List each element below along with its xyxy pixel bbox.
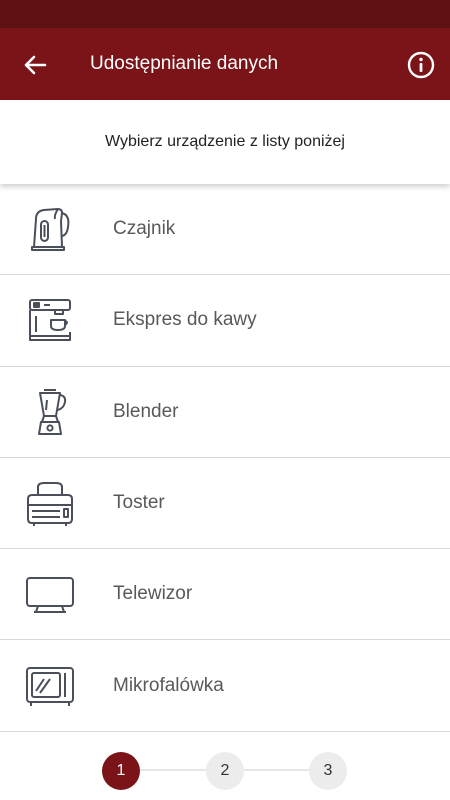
step-3[interactable]: 3 bbox=[309, 752, 347, 790]
instruction-card: Wybierz urządzenie z listy poniżej bbox=[0, 100, 450, 184]
blender-icon bbox=[22, 384, 78, 440]
microwave-icon bbox=[22, 658, 78, 714]
kettle-icon bbox=[22, 201, 78, 257]
device-list: Czajnik Ekspres do kawy Blender Toster T… bbox=[0, 184, 450, 732]
device-item-kettle[interactable]: Czajnik bbox=[0, 184, 450, 276]
back-button[interactable] bbox=[18, 52, 52, 78]
device-label: Telewizor bbox=[113, 583, 193, 605]
device-label: Ekspres do kawy bbox=[113, 309, 257, 331]
device-item-tv[interactable]: Telewizor bbox=[0, 549, 450, 641]
device-label: Toster bbox=[113, 492, 165, 514]
step-2[interactable]: 2 bbox=[206, 752, 244, 790]
device-item-microwave[interactable]: Mikrofalówka bbox=[0, 640, 450, 732]
instruction-text: Wybierz urządzenie z listy poniżej bbox=[105, 133, 345, 150]
app-bar: Udostępnianie danych bbox=[0, 28, 450, 100]
info-icon bbox=[407, 51, 435, 79]
device-label: Czajnik bbox=[113, 218, 176, 240]
info-button[interactable] bbox=[406, 50, 436, 80]
device-label: Blender bbox=[113, 400, 179, 422]
device-item-toaster[interactable]: Toster bbox=[0, 458, 450, 550]
coffee-machine-icon bbox=[22, 292, 78, 348]
toaster-icon bbox=[22, 475, 78, 531]
device-item-blender[interactable]: Blender bbox=[0, 367, 450, 458]
page-title: Udostępnianie danych bbox=[90, 53, 279, 74]
arrow-left-icon bbox=[24, 55, 47, 75]
status-bar bbox=[0, 0, 450, 28]
device-label: Mikrofalówka bbox=[113, 674, 224, 696]
step-1[interactable]: 1 bbox=[102, 752, 140, 790]
device-item-coffee-machine[interactable]: Ekspres do kawy bbox=[0, 275, 450, 367]
tv-icon bbox=[22, 566, 78, 622]
stepper: 1 2 3 bbox=[0, 750, 450, 790]
